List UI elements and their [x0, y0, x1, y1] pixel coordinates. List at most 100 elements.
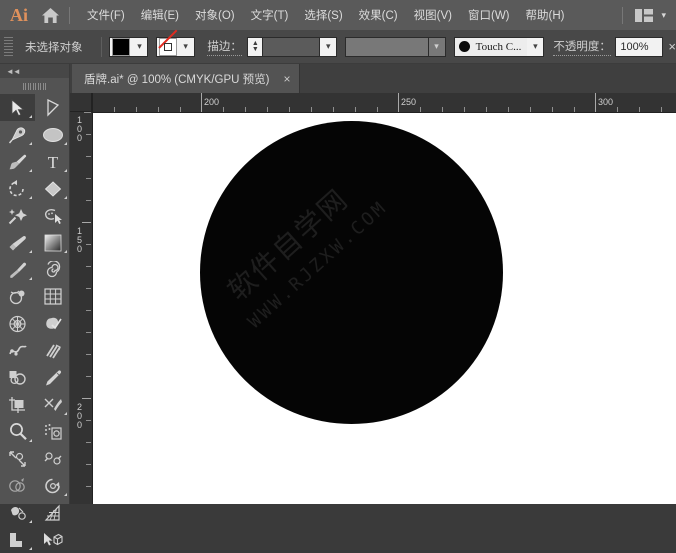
tool-zoom[interactable] — [0, 418, 35, 445]
vertical-ruler[interactable]: 100 150 200 — [70, 93, 93, 504]
stroke-weight-label[interactable]: 描边： — [207, 38, 242, 56]
brush-preview[interactable]: Touch C... — [453, 36, 528, 57]
tool-blend[interactable] — [0, 283, 35, 310]
tool-blob-brush[interactable] — [35, 310, 70, 337]
watermark-primary: 软件自学网 — [221, 182, 355, 308]
canvas-area[interactable]: 软件自学网 WWW.RJZXW.COM — [70, 93, 676, 504]
tool-slice[interactable] — [35, 391, 70, 418]
tool-warp[interactable] — [0, 337, 35, 364]
ruler-v-label-200: 200 — [76, 402, 82, 430]
stroke-weight-stepper[interactable]: ▲ ▼ — [247, 36, 263, 57]
app-logo: Ai — [10, 5, 28, 25]
tool-magic-wand[interactable] — [0, 202, 35, 229]
menu-item-help[interactable]: 帮助(H) — [518, 3, 573, 27]
tool-rotate-pair[interactable] — [35, 445, 70, 472]
menu-item-effect[interactable]: 效果(C) — [351, 3, 406, 27]
svg-text:T: T — [47, 153, 58, 171]
tools-panel-grip[interactable] — [0, 78, 69, 94]
tool-pen[interactable] — [0, 121, 35, 148]
tool-flyout-indicator — [64, 196, 67, 199]
menu-item-select[interactable]: 选择(S) — [296, 3, 350, 27]
document-tab[interactable]: 盾牌.ai* @ 100% (CMYK/GPU 预览) × — [72, 64, 300, 93]
document-tab-title: 盾牌.ai* @ 100% (CMYK/GPU 预览) — [84, 73, 270, 86]
document-tab-close-icon[interactable]: × — [284, 73, 291, 85]
fill-dropdown-arrow[interactable]: ▾ — [131, 37, 147, 57]
tool-column-graph[interactable] — [0, 526, 35, 553]
menu-bar-right: ▾ — [622, 6, 676, 24]
menu-item-edit[interactable]: 编辑(E) — [133, 3, 187, 27]
tool-flyout-indicator — [64, 412, 67, 415]
tool-type[interactable]: T — [35, 148, 70, 175]
opacity-label[interactable]: 不透明度： — [553, 38, 611, 56]
tool-3d-extrude[interactable] — [35, 526, 70, 553]
chevron-down-icon[interactable]: ▾ — [661, 10, 666, 21]
stroke-color-control[interactable]: ▾ — [155, 36, 195, 57]
opacity-input[interactable]: 100% — [615, 36, 664, 57]
tool-lasso[interactable] — [35, 202, 70, 229]
tool-gradient[interactable] — [35, 229, 70, 256]
tools-panel-header[interactable]: ◄◄ — [0, 64, 69, 78]
stroke-profile-control[interactable]: ▾ — [344, 36, 446, 57]
menu-item-view[interactable]: 视图(V) — [406, 3, 460, 27]
stroke-profile-dropdown-arrow[interactable]: ▾ — [428, 36, 446, 57]
tool-shaper[interactable] — [0, 472, 35, 499]
brush-dropdown-arrow[interactable]: ▾ — [527, 36, 545, 57]
artboard[interactable]: 软件自学网 WWW.RJZXW.COM — [70, 112, 676, 504]
tool-ellipse[interactable] — [35, 121, 70, 148]
menu-item-window[interactable]: 窗口(W) — [460, 3, 518, 27]
tool-free-transform[interactable] — [0, 364, 35, 391]
fill-color-control[interactable]: ▾ — [109, 36, 149, 57]
stroke-profile-input[interactable] — [344, 36, 429, 57]
control-bar: 未选择对象 ▾ ▾ 描边： ▲ ▼ ▾ ▾ Touch C... ▾ 不透明度：… — [0, 30, 676, 64]
collapse-panel-icon[interactable]: ◄◄ — [6, 67, 21, 76]
black-circle-shape[interactable]: 软件自学网 WWW.RJZXW.COM — [200, 121, 503, 424]
tool-flyout-indicator — [29, 115, 32, 118]
tool-artboard[interactable] — [0, 391, 35, 418]
tool-direct-selection[interactable] — [35, 94, 70, 121]
tool-flyout-indicator — [29, 196, 32, 199]
tool-eraser[interactable] — [0, 229, 35, 256]
tool-paintbrush[interactable] — [0, 148, 35, 175]
tool-live-paint-bucket[interactable] — [0, 499, 35, 526]
tool-width[interactable] — [35, 337, 70, 364]
stroke-dropdown-arrow[interactable]: ▾ — [178, 37, 194, 57]
tool-selection[interactable] — [0, 94, 35, 121]
control-bar-grip[interactable] — [4, 36, 14, 58]
tools-panel: ◄◄ T — [0, 64, 70, 550]
tool-rotate[interactable] — [0, 175, 35, 202]
home-icon[interactable] — [37, 2, 63, 28]
tool-eyedropper[interactable] — [0, 256, 35, 283]
tool-perspective-selection[interactable] — [35, 499, 70, 526]
menu-divider-right — [622, 6, 624, 24]
tool-mesh-grid[interactable] — [35, 283, 70, 310]
tool-perspective-grid[interactable] — [0, 310, 35, 337]
stroke-weight-control[interactable]: ▲ ▼ ▾ — [247, 36, 338, 57]
tool-shape-builder[interactable] — [35, 175, 70, 202]
tool-spiral[interactable] — [35, 256, 70, 283]
tool-pencil[interactable] — [35, 364, 70, 391]
fill-swatch[interactable] — [112, 37, 131, 56]
menu-item-object[interactable]: 对象(O) — [187, 3, 243, 27]
control-bar-overflow-icon[interactable]: × — [668, 39, 676, 54]
arrange-documents-icon[interactable] — [635, 8, 654, 22]
brush-name-label: Touch C... — [475, 40, 522, 53]
tool-flyout-indicator — [29, 250, 32, 253]
stroke-weight-input[interactable] — [262, 36, 321, 57]
tool-symbol-sprayer[interactable] — [35, 418, 70, 445]
ruler-h-label-300: 300 — [598, 97, 614, 107]
brush-definition-control[interactable]: Touch C... ▾ — [453, 36, 545, 57]
tool-flyout-indicator — [29, 520, 32, 523]
ruler-corner[interactable] — [70, 93, 92, 112]
ruler-h-label-200: 200 — [204, 97, 220, 107]
stroke-swatch-none[interactable] — [158, 37, 177, 56]
tool-grid: T — [0, 94, 69, 553]
tool-flyout-indicator — [64, 493, 67, 496]
tool-reshape[interactable] — [35, 472, 70, 499]
document-tab-bar: 盾牌.ai* @ 100% (CMYK/GPU 预览) × — [0, 64, 676, 93]
stroke-weight-dropdown-arrow[interactable]: ▾ — [320, 36, 338, 57]
horizontal-ruler[interactable]: 200 250 300 — [70, 93, 676, 113]
tool-scale[interactable] — [0, 445, 35, 472]
menu-item-file[interactable]: 文件(F) — [79, 3, 133, 27]
brush-shape-icon — [458, 41, 470, 52]
menu-item-type[interactable]: 文字(T) — [243, 3, 297, 27]
